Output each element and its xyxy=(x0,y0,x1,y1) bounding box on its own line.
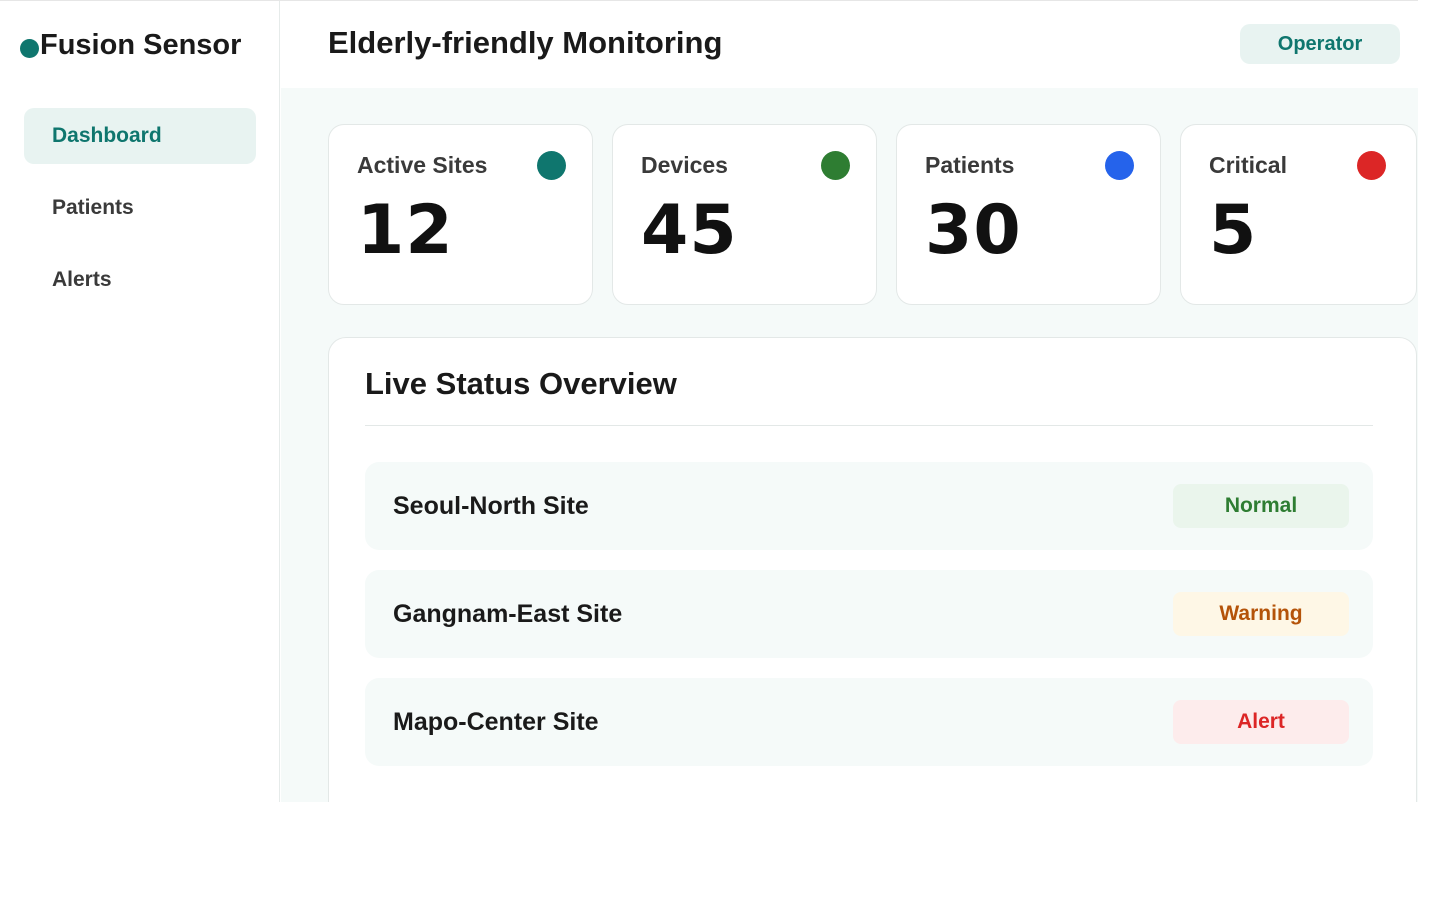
sidebar-item-alerts[interactable]: Alerts xyxy=(24,252,256,308)
site-row-gangnam-east[interactable]: Gangnam-East Site Warning xyxy=(365,570,1373,658)
brand-logo-icon xyxy=(20,39,39,58)
stat-label: Active Sites xyxy=(357,152,488,178)
stat-card-patients: Patients 30 xyxy=(896,124,1161,305)
sidebar-item-dashboard[interactable]: Dashboard xyxy=(24,108,256,164)
status-dot-icon xyxy=(537,151,566,180)
status-badge: Alert xyxy=(1173,700,1349,744)
main-content: Active Sites 12 Devices 45 Patients 30 C… xyxy=(281,88,1418,802)
app-window: Fusion Sensor Dashboard Patients Alerts … xyxy=(0,0,1418,802)
site-row-mapo-center[interactable]: Mapo-Center Site Alert xyxy=(365,678,1373,766)
divider xyxy=(365,425,1373,426)
stat-value: 30 xyxy=(925,191,1022,270)
sidebar-item-patients[interactable]: Patients xyxy=(24,180,256,236)
stat-card-active-sites: Active Sites 12 xyxy=(328,124,593,305)
stat-value: 12 xyxy=(357,191,454,270)
stats-row: Active Sites 12 Devices 45 Patients 30 C… xyxy=(328,124,1418,305)
site-name: Seoul-North Site xyxy=(393,492,589,520)
role-badge[interactable]: Operator xyxy=(1240,24,1400,64)
sidebar: Fusion Sensor Dashboard Patients Alerts xyxy=(0,1,280,802)
site-row-seoul-north[interactable]: Seoul-North Site Normal xyxy=(365,462,1373,550)
stat-value: 5 xyxy=(1209,191,1258,270)
stat-label: Patients xyxy=(925,152,1015,178)
sidebar-nav: Dashboard Patients Alerts xyxy=(24,108,256,324)
top-header: Elderly-friendly Monitoring Operator xyxy=(281,1,1418,88)
site-name: Gangnam-East Site xyxy=(393,600,623,628)
panel-title: Live Status Overview xyxy=(365,366,677,401)
live-status-panel: Live Status Overview Seoul-North Site No… xyxy=(328,337,1417,802)
status-dot-icon xyxy=(821,151,850,180)
brand: Fusion Sensor xyxy=(20,29,241,62)
stat-label: Critical xyxy=(1209,152,1287,178)
page-title: Elderly-friendly Monitoring xyxy=(328,25,723,60)
stat-card-critical: Critical 5 xyxy=(1180,124,1417,305)
site-name: Mapo-Center Site xyxy=(393,708,599,736)
stat-card-devices: Devices 45 xyxy=(612,124,877,305)
status-badge: Normal xyxy=(1173,484,1349,528)
status-dot-icon xyxy=(1105,151,1134,180)
status-badge: Warning xyxy=(1173,592,1349,636)
status-dot-icon xyxy=(1357,151,1386,180)
stat-value: 45 xyxy=(641,191,738,270)
brand-name: Fusion Sensor xyxy=(40,29,242,61)
stat-label: Devices xyxy=(641,152,728,178)
